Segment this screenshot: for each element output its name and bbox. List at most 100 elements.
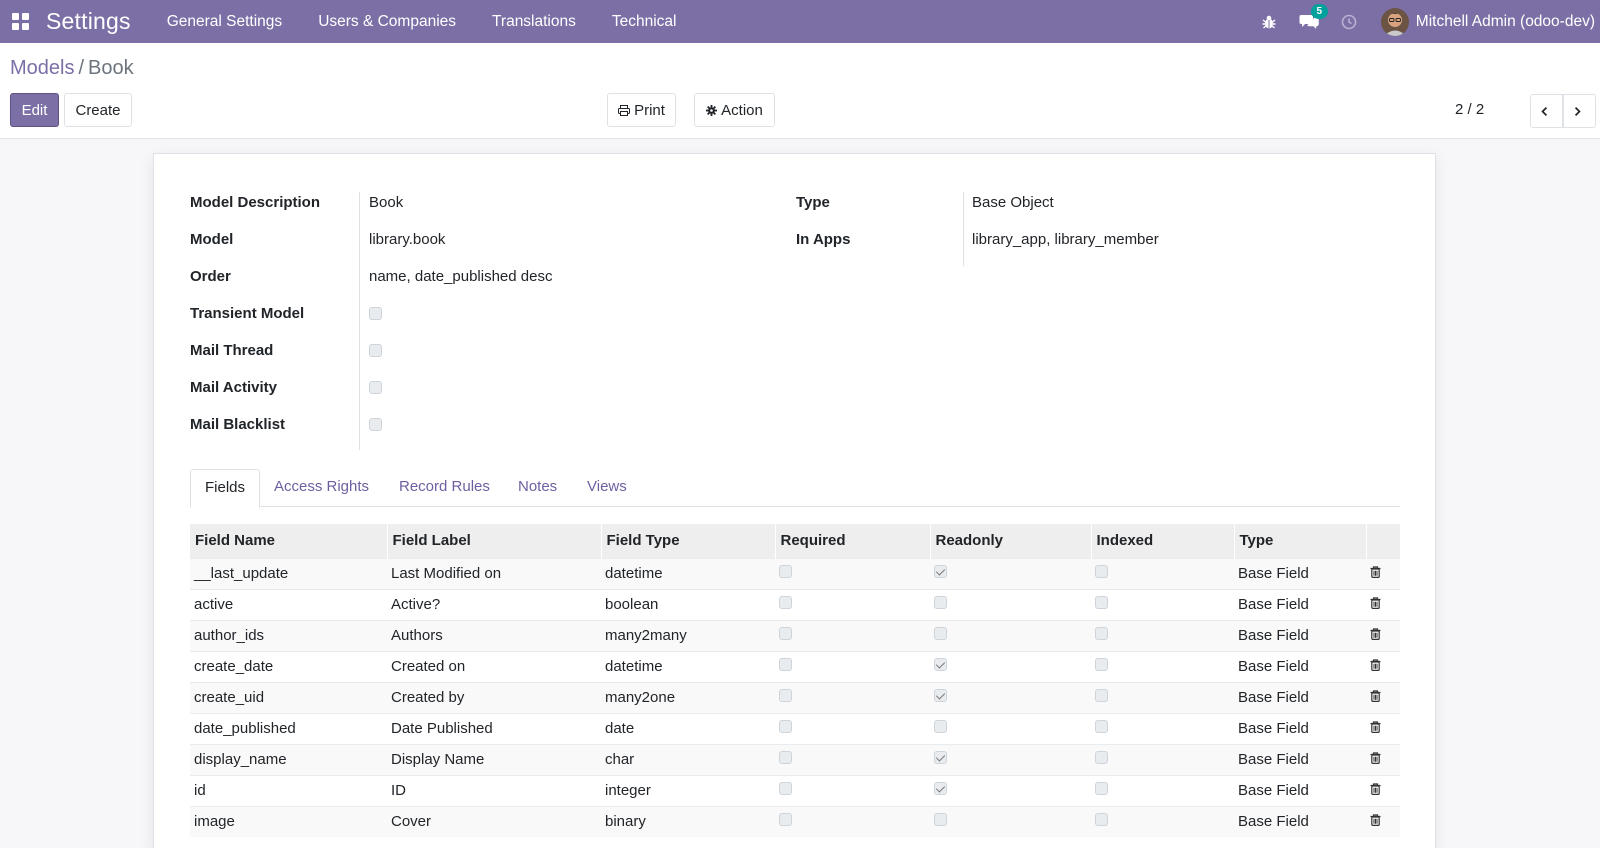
trash-icon[interactable]	[1370, 751, 1381, 768]
pager-previous-button[interactable]	[1530, 94, 1563, 128]
menu-general-settings[interactable]: General Settings	[149, 0, 300, 43]
label-model-description: Model Description	[190, 194, 321, 211]
value-in-apps: library_app, library_member	[972, 231, 1159, 248]
left-group-divider	[359, 192, 360, 450]
top-navbar: Settings General Settings Users & Compan…	[0, 0, 1600, 43]
column-header-indexed[interactable]: Indexed	[1091, 524, 1235, 558]
label-mail-thread: Mail Thread	[190, 342, 274, 359]
trash-icon[interactable]	[1370, 627, 1381, 644]
required-checkbox	[779, 751, 792, 764]
tab-views[interactable]: Views	[573, 469, 641, 507]
debug-bug-icon[interactable]	[1249, 0, 1289, 43]
mail-thread-checkbox	[369, 344, 382, 357]
table-row[interactable]: create_uid Created by many2one Base Field	[190, 681, 1400, 713]
required-checkbox	[779, 813, 792, 827]
mail-blacklist-checkbox	[369, 418, 382, 431]
label-mail-activity: Mail Activity	[190, 379, 277, 396]
cell-field-name: display_name	[190, 743, 387, 775]
trash-icon[interactable]	[1370, 658, 1381, 675]
cell-field-type: datetime	[601, 650, 775, 682]
table-row[interactable]: date_published Date Published date Base Fie…	[190, 712, 1400, 744]
fields-table: Field Name Field Label Field Type Requir…	[190, 524, 1401, 837]
cell-readonly	[930, 650, 1091, 682]
column-header-type[interactable]: Type	[1234, 524, 1367, 558]
column-header-readonly[interactable]: Readonly	[930, 524, 1092, 558]
tab-record-rules[interactable]: Record Rules	[385, 469, 504, 507]
trash-icon[interactable]	[1370, 689, 1381, 706]
cell-field-name: create_uid	[190, 681, 387, 713]
column-header-field-type[interactable]: Field Type	[601, 524, 776, 558]
tab-fields[interactable]: Fields	[190, 469, 261, 508]
trash-icon[interactable]	[1370, 596, 1381, 613]
user-menu[interactable]: Mitchell Admin (odoo-dev)	[1369, 7, 1600, 36]
column-header-field-label[interactable]: Field Label	[387, 524, 602, 558]
table-row[interactable]: create_date Created on datetime Base Field	[190, 650, 1400, 682]
gear-icon	[706, 104, 718, 116]
menu-translations[interactable]: Translations	[474, 0, 594, 43]
breadcrumb-models-link[interactable]: Models	[10, 57, 74, 79]
table-row[interactable]: __last_update Last Modified on datetime Bas…	[190, 557, 1400, 589]
tab-notes[interactable]: Notes	[504, 469, 571, 507]
value-model-description: Book	[369, 194, 404, 211]
cell-field-label: Date Published	[387, 712, 601, 744]
cell-field-name: active	[190, 588, 387, 620]
form-sheet: Model Description Book Model library.boo…	[153, 153, 1436, 848]
menu-technical[interactable]: Technical	[594, 0, 695, 43]
right-group-divider	[963, 192, 964, 266]
label-transient-model: Transient Model	[190, 305, 305, 322]
trash-icon[interactable]	[1370, 565, 1381, 582]
label-order: Order	[190, 268, 231, 285]
cell-field-type: binary	[601, 805, 775, 837]
cell-indexed	[1091, 774, 1234, 806]
cell-delete	[1366, 712, 1400, 744]
print-icon	[618, 104, 631, 116]
cell-readonly	[930, 805, 1091, 837]
value-type: Base Object	[972, 194, 1054, 211]
indexed-checkbox	[1095, 813, 1108, 827]
table-row[interactable]: author_ids Authors many2many Base Field	[190, 619, 1400, 651]
trash-icon[interactable]	[1370, 720, 1381, 737]
table-row[interactable]: image Cover binary Base Field	[190, 805, 1400, 837]
cell-indexed	[1091, 557, 1234, 589]
menu-users-companies[interactable]: Users & Companies	[300, 0, 474, 43]
cell-readonly	[930, 619, 1091, 651]
pager-value[interactable]: 2 / 2	[1455, 101, 1484, 118]
trash-icon[interactable]	[1370, 813, 1381, 830]
required-checkbox	[779, 689, 792, 702]
table-header-row: Field Name Field Label Field Type Requir…	[190, 524, 1401, 558]
cell-field-type: many2one	[601, 681, 775, 713]
app-brand[interactable]: Settings	[46, 8, 131, 35]
cell-indexed	[1091, 619, 1234, 651]
pager-next-button[interactable]	[1563, 94, 1596, 128]
cell-field-name: image	[190, 805, 387, 837]
print-button[interactable]: Print	[607, 93, 676, 127]
messages-count-badge: 5	[1310, 4, 1328, 19]
column-header-field-name[interactable]: Field Name	[190, 524, 388, 558]
edit-button[interactable]: Edit	[10, 93, 59, 127]
cell-delete	[1366, 650, 1400, 682]
tab-access-rights[interactable]: Access Rights	[260, 469, 383, 507]
breadcrumb-separator: /	[78, 57, 85, 79]
apps-menu-icon[interactable]	[2, 0, 38, 43]
table-row[interactable]: active Active? boolean Base Field	[190, 588, 1400, 620]
cell-required	[775, 774, 930, 806]
create-button[interactable]: Create	[64, 93, 132, 127]
activity-clock-icon[interactable]	[1329, 0, 1369, 43]
indexed-checkbox	[1095, 658, 1108, 671]
column-header-required[interactable]: Required	[775, 524, 931, 558]
readonly-checkbox	[934, 751, 947, 764]
required-checkbox	[779, 658, 792, 671]
readonly-checkbox	[934, 813, 947, 827]
user-avatar	[1380, 7, 1409, 36]
messaging-chat-icon[interactable]: 5	[1289, 0, 1329, 43]
table-row[interactable]: display_name Display Name char Base Field	[190, 743, 1400, 775]
cell-type: Base Field	[1234, 681, 1366, 713]
action-button[interactable]: Action	[694, 93, 775, 127]
cell-required	[775, 619, 930, 651]
column-header-actions	[1366, 524, 1401, 558]
trash-icon[interactable]	[1370, 782, 1381, 799]
readonly-checkbox	[934, 596, 947, 609]
indexed-checkbox	[1095, 627, 1108, 640]
table-row[interactable]: id ID integer Base Field	[190, 774, 1400, 806]
cell-type: Base Field	[1234, 805, 1366, 837]
